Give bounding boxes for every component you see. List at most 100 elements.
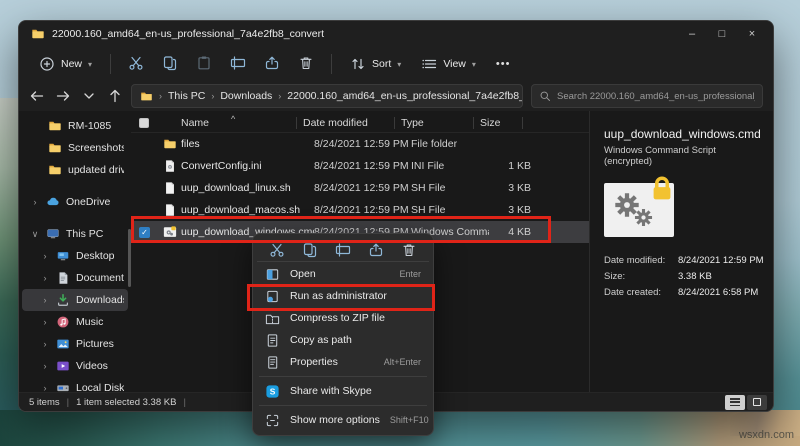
folder-icon (163, 137, 177, 151)
up-button[interactable] (107, 88, 123, 104)
menu-item-show-more-options[interactable]: Show more options Shift+F10 (257, 409, 429, 431)
plus-circle-icon (39, 56, 55, 72)
recent-locations-button[interactable] (81, 88, 97, 104)
sidebar-scrollbar[interactable] (128, 229, 131, 287)
file-date: 8/24/2021 12:59 PM (314, 160, 409, 172)
breadcrumb-item[interactable]: 22000.160_amd64_en-us_professional_7a4e2… (287, 90, 522, 102)
menu-item-compress-to-zip-file[interactable]: Compress to ZIP file (257, 307, 429, 329)
documents-icon (56, 271, 70, 285)
file-row-uup-download-linux-sh[interactable]: uup_download_linux.sh 8/24/2021 12:59 PM S… (131, 177, 589, 199)
sort-button[interactable]: Sort ▾ (342, 51, 409, 77)
menu-item-open[interactable]: Open Enter (257, 263, 429, 285)
details-view-button[interactable] (725, 394, 745, 410)
copypath-icon (265, 333, 280, 348)
detail-label: Date created: (604, 287, 662, 298)
chevron-right-icon[interactable]: › (40, 295, 50, 305)
breadcrumb-item[interactable]: This PC (168, 90, 205, 102)
menu-separator (259, 376, 427, 377)
back-button[interactable] (29, 88, 45, 104)
sidebar-item-local-disk-c-[interactable]: › Local Disk (C:) (22, 377, 128, 399)
toolbar-divider (110, 54, 112, 74)
cut-icon[interactable] (269, 242, 285, 258)
breadcrumb-separator: › (159, 91, 162, 101)
sidebar-item-desktop[interactable]: › Desktop (22, 245, 128, 267)
sidebar-item-screenshots[interactable]: Screenshots (22, 137, 128, 159)
paste-button[interactable] (189, 51, 219, 77)
file-name: uup_download_macos.sh (181, 204, 301, 216)
copy-button[interactable] (155, 51, 185, 77)
large-icons-view-button[interactable] (747, 394, 767, 410)
menu-item-label: Run as administrator (290, 290, 387, 302)
forward-button[interactable] (55, 88, 71, 104)
search-input[interactable] (557, 90, 755, 102)
sidebar-item-rm-1085[interactable]: RM-1085 (22, 115, 128, 137)
sidebar-item-updated-drivers[interactable]: updated drivers (22, 159, 128, 181)
search-box[interactable] (531, 84, 763, 108)
sort-arrows-icon (350, 56, 366, 72)
rename-icon[interactable] (335, 242, 351, 258)
copy-icon[interactable] (302, 242, 318, 258)
cut-button[interactable] (121, 51, 151, 77)
more-options-button[interactable]: ••• (488, 58, 519, 70)
chevron-right-icon[interactable]: › (40, 383, 50, 393)
sidebar-item-documents[interactable]: › Documents (22, 267, 128, 289)
select-all-checkbox[interactable] (139, 117, 149, 128)
delete-button[interactable] (291, 51, 321, 77)
sidebar-item-music[interactable]: › Music (22, 311, 128, 333)
file-row-convertconfig-ini[interactable]: ConvertConfig.ini 8/24/2021 12:59 PM INI F… (131, 155, 589, 177)
menu-item-copy-as-path[interactable]: Copy as path (257, 329, 429, 351)
desktop: wsxdn.com 22000.160_amd64_en-us_professi… (0, 0, 800, 446)
sidebar-item-label: Music (76, 316, 104, 328)
chevron-down-icon[interactable]: ∨ (30, 229, 40, 240)
disk-icon (56, 381, 70, 395)
maximize-button[interactable]: □ (707, 23, 737, 45)
file-name: ConvertConfig.ini (181, 160, 262, 172)
menu-item-label: Open (290, 268, 316, 280)
close-button[interactable]: × (737, 23, 767, 45)
share-button[interactable] (257, 51, 287, 77)
menu-item-share-with-skype[interactable]: S Share with Skype (257, 380, 429, 402)
admin-icon (265, 289, 280, 304)
breadcrumb-item[interactable]: Downloads (220, 90, 272, 102)
pictures-icon (56, 337, 70, 351)
file-date: 8/24/2021 12:59 PM (314, 204, 409, 216)
chevron-right-icon[interactable]: › (40, 251, 50, 261)
column-header-date[interactable]: Date modified (297, 117, 394, 129)
column-header-name[interactable]: Name (181, 117, 296, 129)
sidebar-item-videos[interactable]: › Videos (22, 355, 128, 377)
ini-icon (163, 159, 177, 173)
rename-button[interactable] (223, 51, 253, 77)
chevron-right-icon[interactable]: › (40, 361, 50, 371)
new-button[interactable]: New ▾ (31, 51, 100, 77)
lock-icon (648, 172, 676, 204)
zip-icon (265, 311, 280, 326)
delete-icon[interactable] (401, 242, 417, 258)
sidebar-item-onedrive[interactable]: › OneDrive (22, 191, 128, 213)
chevron-right-icon[interactable]: › (30, 197, 40, 207)
file-row-files[interactable]: files 8/24/2021 12:59 PM File folder (131, 133, 589, 155)
chevron-right-icon[interactable]: › (40, 339, 50, 349)
view-button[interactable]: View ▾ (413, 51, 484, 77)
sidebar-item-label: RM-1085 (68, 120, 112, 132)
doc-icon (163, 181, 177, 195)
share-icon[interactable] (368, 242, 384, 258)
sidebar-item-downloads[interactable]: › Downloads (22, 289, 128, 311)
sidebar-item-pictures[interactable]: › Pictures (22, 333, 128, 355)
folder-icon (48, 141, 62, 155)
detail-value: 8/24/2021 6:58 PM (678, 287, 759, 298)
title-bar[interactable]: 22000.160_amd64_en-us_professional_7a4e2… (19, 21, 773, 47)
minimize-button[interactable]: – (677, 23, 707, 45)
breadcrumb[interactable]: › This PC › Downloads › 22000.160_amd64_en-us… (131, 84, 523, 108)
skype-icon: S (265, 384, 280, 399)
column-header-size[interactable]: Size (474, 117, 522, 129)
menu-item-run-as-administrator[interactable]: Run as administrator (257, 285, 429, 307)
file-row-uup-download-macos-sh[interactable]: uup_download_macos.sh 8/24/2021 12:59 PM S… (131, 199, 589, 221)
menu-item-label: Show more options (290, 414, 380, 426)
chevron-right-icon[interactable]: › (40, 317, 50, 327)
menu-item-properties[interactable]: Properties Alt+Enter (257, 351, 429, 373)
sidebar-item-this-pc[interactable]: ∨ This PC (22, 223, 128, 245)
chevron-right-icon[interactable]: › (40, 273, 50, 283)
column-header-type[interactable]: Type (395, 117, 473, 129)
row-checkbox[interactable]: ✓ (139, 226, 150, 238)
open-icon (265, 267, 280, 282)
